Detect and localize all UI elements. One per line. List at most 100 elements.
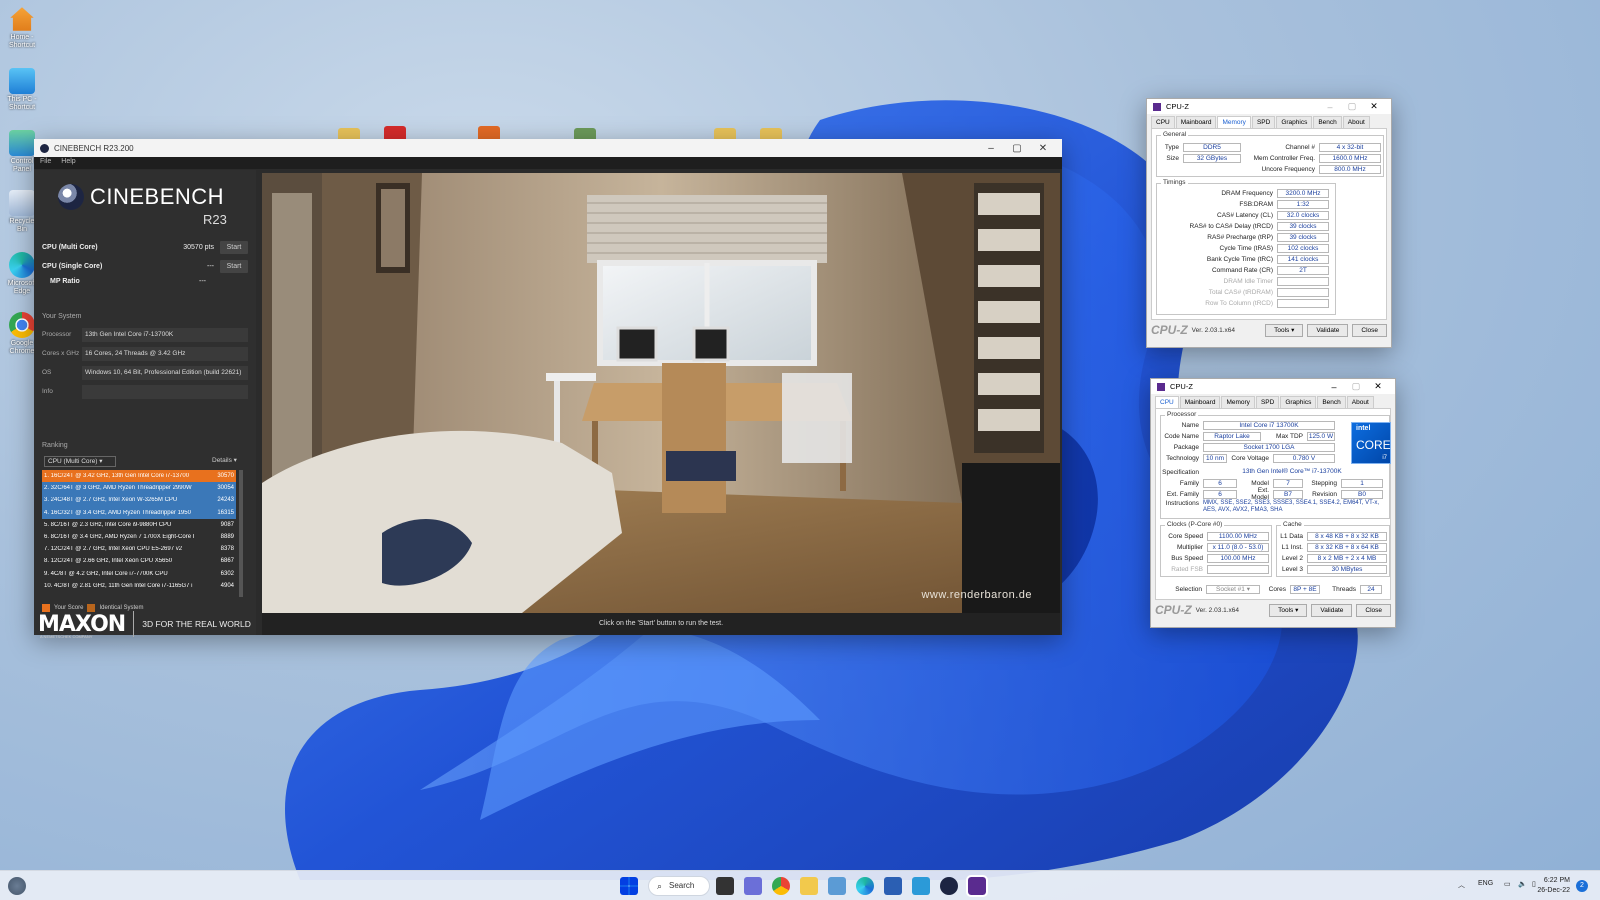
tab-cpu[interactable]: CPU — [1151, 116, 1175, 128]
menu-file[interactable]: File — [40, 158, 51, 168]
app-icon[interactable] — [912, 877, 930, 895]
minimize-button[interactable]: – — [1319, 102, 1341, 112]
notification-badge[interactable]: 2 — [1576, 880, 1588, 892]
network-icon[interactable]: ▭ — [1504, 880, 1511, 888]
desktop-icon-home[interactable]: Home - Shortcut — [4, 6, 40, 50]
taskbar-search[interactable]: ⌕ Search — [648, 876, 710, 896]
validate-button[interactable]: Validate — [1311, 603, 1353, 617]
tools-button[interactable]: Tools ▾ — [1269, 603, 1308, 617]
timing-row: DRAM Frequency 3200.0 MHz — [1157, 188, 1329, 198]
ranking-row[interactable]: 8. 12C/24T @ 2.66 GHz, Intel Xeon CPU X5… — [42, 555, 236, 568]
tab-about[interactable]: About — [1346, 396, 1374, 408]
chrome-icon — [9, 312, 35, 338]
cpuz-titlebar[interactable]: CPU-Z – ▢ ✕ — [1147, 99, 1391, 114]
close-button[interactable]: ✕ — [1367, 381, 1389, 392]
volume-icon[interactable]: 🔈 — [1518, 880, 1527, 888]
ranking-row[interactable]: 10. 4C/8T @ 2.81 GHz, 11th Gen Intel Cor… — [42, 579, 236, 592]
render-watermark: www.renderbaron.de — [921, 589, 1032, 601]
tab-bench[interactable]: Bench — [1317, 396, 1346, 408]
chrome-icon[interactable] — [772, 877, 790, 895]
ranking-select[interactable]: CPU (Multi Core) ▾ — [44, 456, 116, 467]
ranking-scrollbar[interactable] — [239, 470, 243, 597]
tab-mainboard[interactable]: Mainboard — [1175, 116, 1217, 128]
your-system-heading: Your System — [42, 313, 82, 320]
tab-mainboard[interactable]: Mainboard — [1179, 396, 1221, 408]
tab-memory[interactable]: Memory — [1217, 116, 1251, 128]
tab-bench[interactable]: Bench — [1313, 116, 1342, 128]
cpu-name-value: Intel Core i7 13700K — [1203, 420, 1335, 430]
max-tdp-value: 125.0 W — [1307, 431, 1335, 441]
edge-icon[interactable] — [856, 877, 874, 895]
close-button[interactable]: ✕ — [1363, 101, 1385, 112]
menu-help[interactable]: Help — [61, 158, 75, 168]
package-value: Socket 1700 LGA — [1203, 442, 1335, 452]
desktop-icon-this-pc[interactable]: This PC - Shortcut — [4, 68, 40, 112]
maxon-tagline: 3D FOR THE REAL WORLD — [142, 619, 251, 629]
ranking-row[interactable]: 9. 4C/8T @ 4.2 GHz, Intel Core i7-7700K … — [42, 567, 236, 580]
control-panel-icon — [9, 130, 35, 156]
timing-row: Total CAS# (tRDRAM) — [1157, 287, 1329, 297]
timing-row: DRAM Idle Timer — [1157, 276, 1329, 286]
battery-icon[interactable]: ▯ — [1532, 880, 1536, 888]
uncore-frequency-value: 800.0 MHz — [1319, 164, 1381, 174]
close-button[interactable]: ✕ — [1030, 143, 1056, 154]
ranking-row[interactable]: 7. 12C/24T @ 2.7 GHz, Intel Xeon CPU E5-… — [42, 543, 236, 556]
store-icon[interactable] — [884, 877, 902, 895]
tab-spd[interactable]: SPD — [1255, 396, 1280, 408]
photos-icon[interactable] — [828, 877, 846, 895]
cpuz-titlebar[interactable]: CPU-Z – ▢ ✕ — [1151, 379, 1395, 394]
cinebench-taskbar-icon[interactable] — [940, 877, 958, 895]
ranking-row[interactable]: 3. 24C/48T @ 2.7 GHz, Intel Xeon W-3265M… — [42, 494, 236, 507]
socket-selection-dropdown[interactable]: Socket #1 ▾ — [1206, 584, 1260, 594]
ranking-details-button[interactable]: Details ▾ — [212, 456, 237, 464]
maximize-button[interactable]: ▢ — [1004, 143, 1030, 154]
widgets-icon[interactable] — [8, 877, 26, 895]
file-explorer-icon[interactable] — [800, 877, 818, 895]
windows-start-icon[interactable] — [620, 877, 638, 895]
ranking-row[interactable]: 6. 8C/16T @ 3.4 GHz, AMD Ryzen 7 1700X E… — [42, 530, 236, 544]
cpuz-memory-panel: General Type DDR5 Size 32 GBytes Channel #… — [1151, 128, 1387, 320]
cinebench-app-icon — [40, 143, 49, 153]
multi-core-start-button[interactable]: Start — [220, 240, 248, 254]
specification-value: 13th Gen Intel® Core™ i7-13700K — [1203, 467, 1381, 477]
maximize-button[interactable]: ▢ — [1341, 101, 1363, 112]
close-window-button[interactable]: Close — [1356, 603, 1391, 617]
memory-size-value: 32 GBytes — [1183, 153, 1241, 163]
tab-graphics[interactable]: Graphics — [1280, 396, 1317, 408]
task-view-icon[interactable] — [716, 877, 734, 895]
tray-overflow-icon[interactable]: ︿ — [1458, 880, 1465, 890]
close-window-button[interactable]: Close — [1352, 323, 1387, 337]
tab-cpu[interactable]: CPU — [1155, 396, 1179, 408]
l1-data-value: 8 x 48 KB + 8 x 32 KB — [1307, 531, 1387, 541]
minimize-button[interactable]: – — [1323, 382, 1345, 392]
validate-button[interactable]: Validate — [1307, 323, 1349, 337]
tools-button[interactable]: Tools ▾ — [1265, 323, 1304, 337]
minimize-button[interactable]: – — [978, 143, 1004, 154]
timing-row: FSB:DRAM 1:32 — [1157, 199, 1329, 209]
ranking-row[interactable]: 4. 16C/32T @ 3.4 GHz, AMD Ryzen Threadri… — [42, 506, 236, 519]
tab-memory[interactable]: Memory — [1221, 396, 1255, 408]
system-info: Info — [42, 384, 248, 399]
app-icon[interactable] — [478, 126, 500, 140]
system-clock[interactable]: 6:22 PM 26-Dec-22 — [1537, 876, 1570, 896]
cpuz-taskbar-icon[interactable] — [966, 875, 988, 897]
language-indicator[interactable]: ENG — [1478, 880, 1493, 887]
ranking-row[interactable]: 2. 32C/64T @ 3 GHz, AMD Ryzen Threadripp… — [42, 482, 236, 495]
cinebench-titlebar[interactable]: CINEBENCH R23.200 – ▢ ✕ — [34, 139, 1062, 157]
ranking-row[interactable]: 1. 16C/24T @ 3.42 GHz, 13th Gen Intel Co… — [42, 470, 236, 483]
chat-icon[interactable] — [744, 877, 762, 895]
single-core-start-button[interactable]: Start — [220, 259, 248, 273]
search-icon: ⌕ — [657, 881, 663, 891]
tab-graphics[interactable]: Graphics — [1276, 116, 1313, 128]
app-icon[interactable] — [384, 126, 406, 140]
multiplier-value: x 11.0 (8.0 - 53.0) — [1207, 542, 1269, 552]
cinebench-window: CINEBENCH R23.200 – ▢ ✕ File Help CINEBE… — [34, 139, 1062, 639]
maximize-button[interactable]: ▢ — [1345, 381, 1367, 392]
tab-about[interactable]: About — [1342, 116, 1370, 128]
cpuz-version: Ver. 2.03.1.x64 — [1191, 326, 1236, 334]
tab-spd[interactable]: SPD — [1251, 116, 1276, 128]
cpuz-footer: CPU-Z Ver. 2.03.1.x64 Tools ▾ Validate C… — [1151, 600, 1395, 620]
ranking-row[interactable]: 5. 8C/16T @ 2.3 GHz, Intel Core i9-9880H… — [42, 518, 236, 531]
channel-value: 4 x 32-bit — [1319, 142, 1381, 152]
timing-row: RAS# to CAS# Delay (tRCD) 39 clocks — [1157, 221, 1329, 231]
